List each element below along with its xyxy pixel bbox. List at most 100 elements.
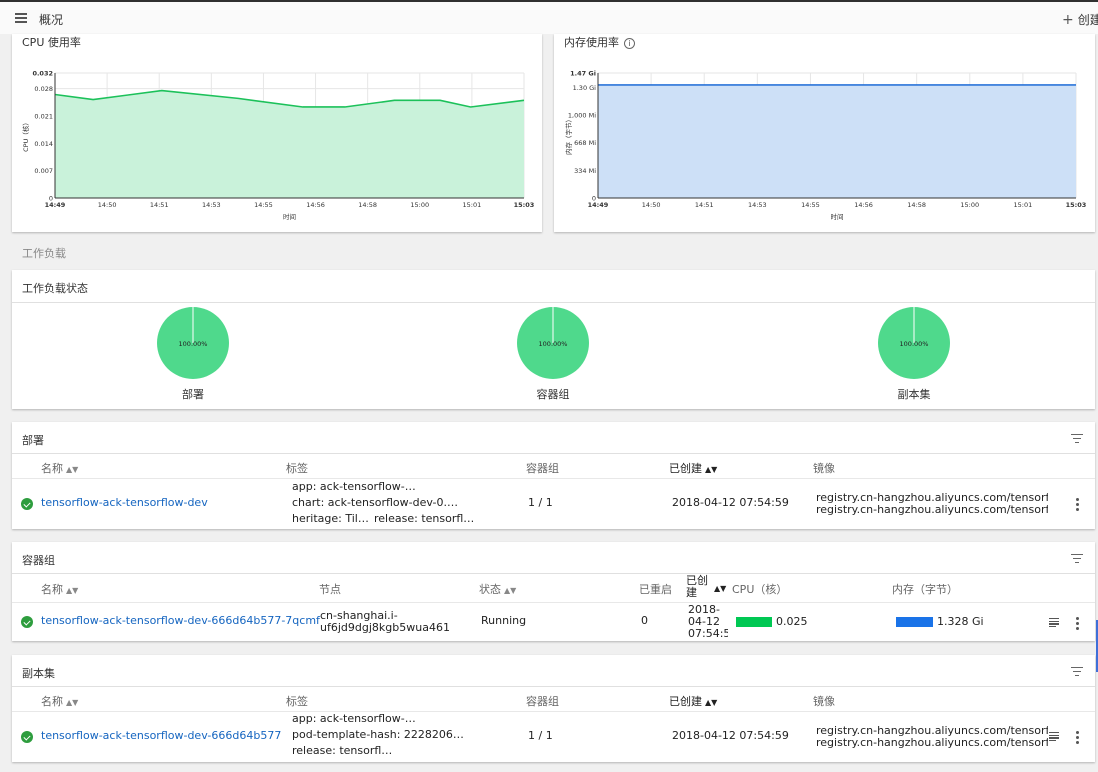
pie-label-pods: 容器组 (536, 388, 570, 401)
x-tick-label: 14:50 (642, 201, 661, 209)
toolbar: 概况 + 创建 (0, 2, 1098, 34)
status-ok-icon (21, 731, 33, 743)
cpu-value: 0.025 (776, 615, 808, 628)
memory-value: 1.328 Gi (937, 615, 984, 628)
pod-status: Running (481, 614, 527, 627)
y-axis-label: 内存（字节） (564, 116, 573, 155)
replicasets-header: 副本集 (12, 655, 1095, 687)
sort-icon: ▲▼ (705, 465, 718, 474)
col-created-label: 已创建 (669, 462, 702, 475)
area-fill (598, 84, 1076, 198)
label-chip: pod-template-hash: 2228206… (292, 728, 464, 741)
y-tick-label: 334 Mi (574, 167, 596, 175)
filter-icon[interactable] (1071, 667, 1083, 676)
y-tick-label: 0.007 (34, 167, 53, 175)
label-chip: chart: ack-tensorflow-dev-0.… (292, 496, 459, 509)
x-tick-label: 15:03 (514, 201, 535, 209)
created-time: 07:54:5 (688, 627, 728, 640)
deployments-title: 部署 (22, 434, 44, 447)
sort-icon: ▲▼ (66, 698, 79, 707)
replicaset-name-link[interactable]: tensorflow-ack-tensorflow-dev-666d64b577 (41, 729, 281, 742)
col-header-pods: 容器组 (526, 462, 559, 475)
x-axis-label: 时间 (831, 212, 844, 221)
col-name-label: 名称 (41, 695, 63, 708)
y-tick-label: 0.014 (34, 140, 53, 148)
label-chip: app: ack-tensorflow-… (292, 480, 416, 493)
y-tick-label: 0.028 (34, 85, 53, 93)
label-chip: release: tensorfl… (374, 512, 475, 525)
create-label: 创建 (1077, 13, 1098, 27)
x-tick-label: 14:56 (306, 201, 325, 209)
col-header-restarts: 已重启 (639, 583, 672, 596)
y-tick-label: 0 (49, 195, 53, 203)
col-header-created[interactable]: 已创建 ▲▼ (669, 460, 717, 476)
col-created-line2: 建 (686, 586, 697, 599)
y-tick-label: 1.30 Gi (573, 84, 597, 92)
x-tick-label: 14:49 (588, 201, 609, 209)
label-chip: app: ack-tensorflow-… (292, 712, 416, 725)
col-header-name[interactable]: 名称 ▲▼ (41, 460, 78, 476)
more-actions-icon[interactable] (1076, 498, 1079, 513)
label-chip: heritage: Til… (292, 512, 369, 525)
pie-label-replicasets: 副本集 (897, 388, 931, 401)
pods-title: 容器组 (22, 554, 55, 567)
pie-label-deployments: 部署 (182, 388, 204, 401)
pie-percent-label: 100.00% (539, 340, 568, 348)
sort-icon: ▲▼ (66, 586, 79, 595)
col-header-labels: 标签 (286, 695, 308, 708)
col-header-name[interactable]: 名称 ▲▼ (41, 693, 78, 709)
col-header-memory: 内存（字节） (892, 583, 958, 596)
x-tick-label: 14:50 (98, 201, 117, 209)
x-tick-label: 15:01 (463, 201, 482, 209)
x-tick-label: 14:58 (907, 201, 926, 209)
status-ok-icon (21, 498, 33, 510)
col-header-pods: 容器组 (526, 695, 559, 708)
more-actions-icon[interactable] (1076, 617, 1079, 632)
logs-icon[interactable] (1049, 732, 1059, 742)
col-header-created[interactable]: 已创建 ▲▼ (669, 693, 717, 709)
x-tick-label: 14:55 (254, 201, 273, 209)
col-header-status[interactable]: 状态 ▲▼ (479, 581, 516, 597)
col-header-name[interactable]: 名称 ▲▼ (41, 581, 78, 597)
cpu-usage-card: CPU 使用率 14:49 14:50 14:51 14:53 14:55 14:56 14… (12, 34, 542, 232)
pod-name-link[interactable]: tensorflow-ack-tensorflow-dev-666d64b577… (41, 614, 320, 627)
col-header-labels: 标签 (286, 462, 308, 475)
deployments-header: 部署 (12, 422, 1095, 454)
hamburger-menu-icon[interactable] (15, 13, 27, 23)
col-name-label: 名称 (41, 583, 63, 596)
x-tick-label: 14:56 (854, 201, 873, 209)
x-tick-label: 14:51 (150, 201, 169, 209)
more-actions-icon[interactable] (1076, 731, 1079, 746)
y-tick-label: 668 Mi (574, 139, 596, 147)
created-time: 2018-04-12 07:54:59 (672, 729, 789, 742)
pods-count: 1 / 1 (528, 729, 553, 742)
x-tick-label: 14:55 (801, 201, 820, 209)
sort-icon: ▲▼ (714, 584, 727, 593)
memory-usage-card: 内存使用率 i 14:49 14:50 14:51 14:53 14:55 14:56 14:… (554, 34, 1095, 232)
sort-icon: ▲▼ (504, 586, 517, 595)
x-tick-label: 14:53 (748, 201, 767, 209)
status-ok-icon (21, 616, 33, 628)
col-created-label: 已创建 (669, 695, 702, 708)
pie-percent-label: 100.00% (900, 340, 929, 348)
filter-icon[interactable] (1071, 554, 1083, 563)
deployments-card: 部署 名称 ▲▼ 标签 容器组 已创建 ▲▼ 镜像 tensorflow-ack-t… (12, 422, 1095, 529)
x-tick-label: 15:00 (410, 201, 429, 209)
logs-icon[interactable] (1049, 618, 1059, 628)
page-title: 概况 (39, 13, 64, 27)
col-name-label: 名称 (41, 462, 63, 475)
col-status-label: 状态 (479, 583, 501, 596)
col-header-image: 镜像 (813, 695, 835, 708)
x-tick-label: 14:51 (695, 201, 714, 209)
area-fill (55, 90, 524, 198)
y-tick-label: 0.021 (34, 112, 53, 120)
col-header-created[interactable]: 已创 建 (686, 575, 708, 599)
sort-icon: ▲▼ (66, 465, 79, 474)
node-name: uf6jd9dgj8kgb5wua461 (320, 621, 450, 634)
pods-card: 容器组 名称 ▲▼ 节点 状态 ▲▼ 已重启 已创 建 ▲▼ CPU（核） 内存（字… (12, 542, 1095, 641)
col-header-image: 镜像 (813, 462, 835, 475)
filter-icon[interactable] (1071, 434, 1083, 443)
create-button[interactable]: + 创建 (1062, 11, 1098, 28)
replicasets-card: 副本集 名称 ▲▼ 标签 容器组 已创建 ▲▼ 镜像 tensorflow-ack-… (12, 655, 1095, 762)
deployment-name-link[interactable]: tensorflow-ack-tensorflow-dev (41, 496, 208, 509)
